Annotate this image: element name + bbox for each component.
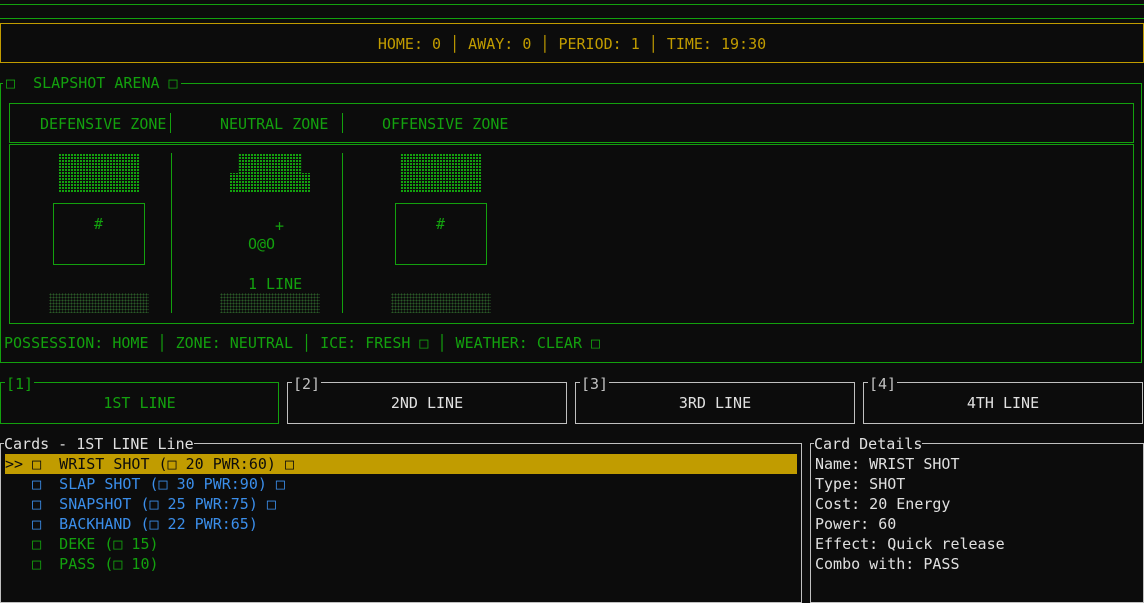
tab-line-1[interactable]: [1] 1ST LINE bbox=[0, 374, 279, 424]
puck-marker: + bbox=[275, 217, 285, 235]
top-frame bbox=[0, 4, 1144, 19]
detail-combo: Combo with: PASS bbox=[815, 555, 960, 573]
goal-marker: # bbox=[436, 215, 446, 233]
tab-line-4[interactable]: [4] 4TH LINE bbox=[863, 374, 1143, 424]
card-item-wrist-shot[interactable]: >> □ WRIST SHOT (□ 20 PWR:60) □ bbox=[5, 454, 797, 474]
zone-separator bbox=[170, 113, 171, 133]
defender-block bbox=[58, 153, 140, 193]
card-item-snapshot[interactable]: □ SNAPSHOT (□ 25 PWR:75) □ bbox=[5, 494, 276, 514]
zone-separator bbox=[342, 113, 343, 133]
zone-label-defensive: DEFENSIVE ZONE bbox=[40, 115, 167, 133]
card-item-deke[interactable]: □ DEKE (□ 15) bbox=[5, 534, 158, 554]
rink: # + O@O 1 LINE # bbox=[9, 144, 1134, 324]
rink-divider bbox=[171, 153, 172, 313]
zone-label-offensive: OFFENSIVE ZONE bbox=[382, 115, 509, 133]
detail-effect: Effect: Quick release bbox=[815, 535, 1005, 553]
line-indicator: 1 LINE bbox=[248, 275, 303, 293]
tab-number: [2] bbox=[292, 374, 322, 394]
card-item-slap-shot[interactable]: □ SLAP SHOT (□ 30 PWR:90) □ bbox=[5, 474, 285, 494]
tab-number: [4] bbox=[868, 374, 898, 394]
detail-name: Name: WRIST SHOT bbox=[815, 455, 960, 473]
tab-line-3[interactable]: [3] 3RD LINE bbox=[575, 374, 855, 424]
defensive-goal: # bbox=[53, 203, 145, 265]
zone-label-neutral: NEUTRAL ZONE bbox=[220, 115, 329, 133]
card-item-pass[interactable]: □ PASS (□ 10) bbox=[5, 554, 158, 574]
card-details-panel: Card Details Name: WRIST SHOT Type: SHOT… bbox=[810, 434, 1144, 603]
cards-panel: Cards - 1ST LINE Line >> □ WRIST SHOT (□… bbox=[0, 434, 802, 603]
ice-strip bbox=[49, 293, 149, 313]
zone-header: DEFENSIVE ZONE NEUTRAL ZONE OFFENSIVE ZO… bbox=[9, 103, 1134, 143]
center-skater-block bbox=[229, 153, 311, 193]
detail-cost: Cost: 20 Energy bbox=[815, 495, 951, 513]
offensive-goal: # bbox=[395, 203, 487, 265]
game-info-bar: POSSESSION: HOME │ ZONE: NEUTRAL │ ICE: … bbox=[4, 334, 601, 352]
ice-strip bbox=[391, 293, 491, 313]
scoreboard-text: HOME: 0 │ AWAY: 0 │ PERIOD: 1 │ TIME: 19… bbox=[377, 35, 767, 53]
arena-title: □ SLAPSHOT ARENA □ bbox=[3, 73, 181, 93]
goal-marker: # bbox=[94, 215, 104, 233]
cards-panel-title: Cards - 1ST LINE Line bbox=[4, 434, 194, 454]
ice-strip bbox=[220, 293, 320, 313]
tab-number: [1] bbox=[5, 374, 35, 394]
tab-label: 4TH LINE bbox=[966, 394, 1040, 412]
card-details-title: Card Details bbox=[814, 434, 923, 454]
tab-number: [3] bbox=[580, 374, 610, 394]
opponent-block bbox=[400, 153, 482, 193]
skater-group: O@O bbox=[248, 235, 276, 253]
detail-power: Power: 60 bbox=[815, 515, 897, 533]
tab-label: 3RD LINE bbox=[678, 394, 752, 412]
detail-type: Type: SHOT bbox=[815, 475, 906, 493]
card-item-backhand[interactable]: □ BACKHAND (□ 22 PWR:65) bbox=[5, 514, 258, 534]
scoreboard-bar: HOME: 0 │ AWAY: 0 │ PERIOD: 1 │ TIME: 19… bbox=[0, 23, 1144, 63]
tab-label: 2ND LINE bbox=[390, 394, 464, 412]
tab-label: 1ST LINE bbox=[103, 394, 176, 412]
tab-line-2[interactable]: [2] 2ND LINE bbox=[287, 374, 567, 424]
rink-divider bbox=[342, 153, 343, 313]
